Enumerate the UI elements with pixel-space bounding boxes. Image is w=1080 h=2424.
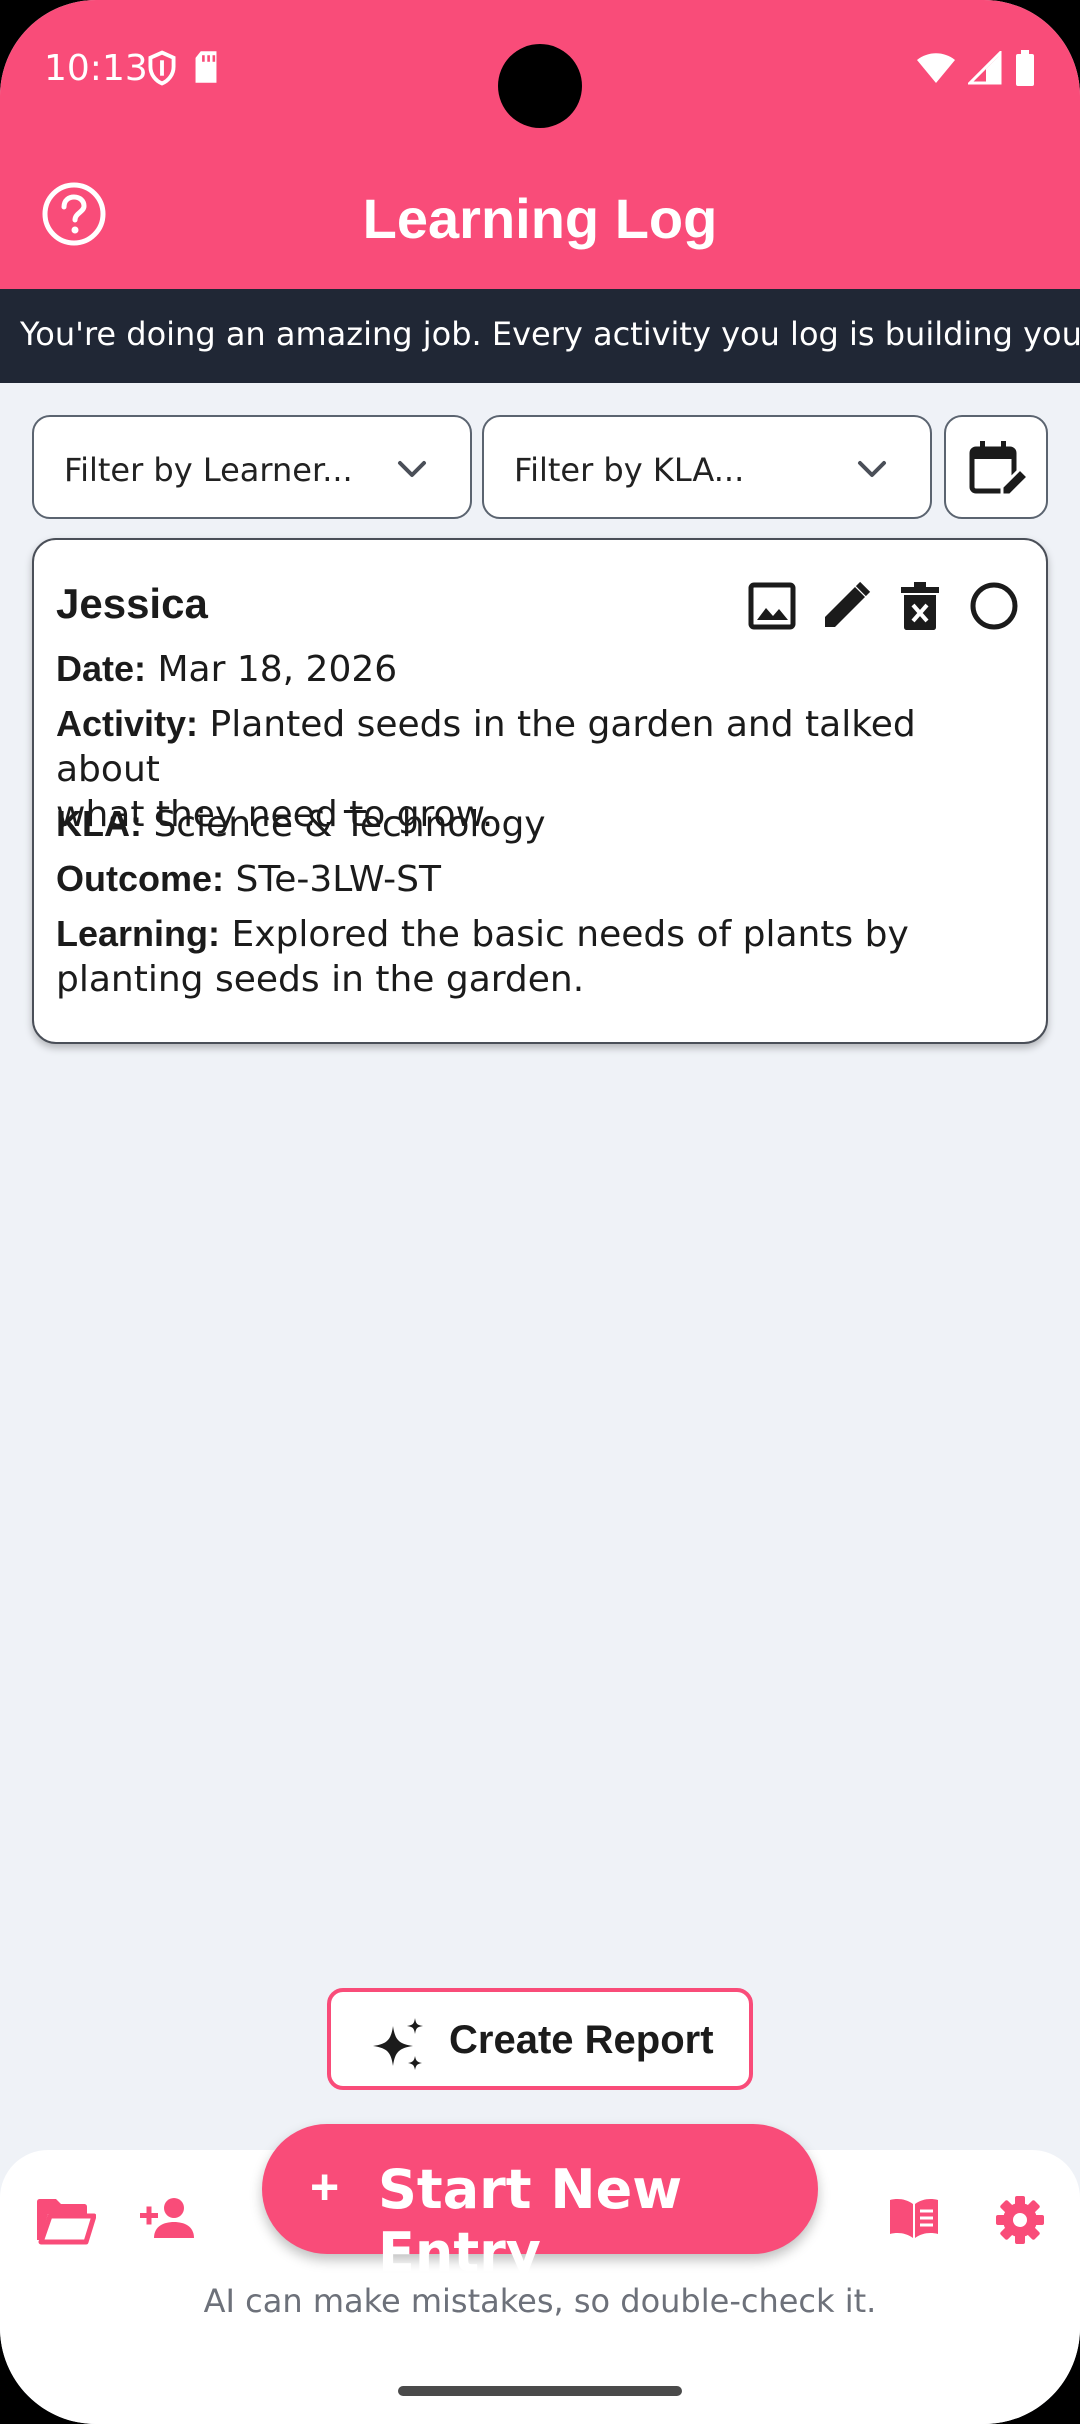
learning-label: Learning: (56, 913, 221, 954)
entry-actions (746, 580, 1020, 632)
select-entry-checkbox[interactable] (968, 580, 1020, 632)
kla-filter-dropdown[interactable]: Filter by KLA... (482, 415, 932, 519)
open-folder-button[interactable] (34, 2196, 97, 2251)
sd-card-icon (195, 51, 217, 83)
date-filter-button[interactable] (944, 415, 1048, 519)
guide-button[interactable] (888, 2196, 940, 2245)
status-time: 10:13 (44, 48, 148, 89)
kla-value: Science & Technology (153, 804, 546, 845)
learner-filter-dropdown[interactable]: Filter by Learner... (32, 415, 472, 519)
calendar-edit-icon (969, 441, 1028, 497)
start-new-entry-button[interactable]: + Start New Entry (262, 2124, 818, 2284)
trash-icon (901, 582, 939, 630)
learning-value-cont: planting seeds in the garden. (56, 959, 585, 1000)
start-new-entry-label: Start New Entry (378, 2158, 683, 2284)
learning-value: Explored the basic needs of plants by (231, 914, 909, 955)
date-value: Mar 18, 2026 (157, 649, 398, 690)
entry-learner-name: Jessica (56, 580, 208, 627)
circle-icon (970, 582, 1018, 630)
person-add-icon (140, 2198, 194, 2238)
app-header: 10:13 Learning Log (0, 0, 1080, 289)
create-report-button[interactable]: Create Report (327, 1988, 753, 2090)
kla-label: KLA: (56, 803, 142, 844)
add-learner-button[interactable] (140, 2196, 196, 2245)
outcome-value: STe-3LW-ST (235, 859, 441, 900)
signal-icon (968, 51, 1002, 85)
plus-icon: + (310, 2159, 340, 2215)
entry-kla: KLA: Science & Technology (56, 801, 1016, 847)
sparkle-icon (373, 2018, 423, 2070)
status-icons-right (916, 50, 1036, 86)
wifi-icon (917, 53, 955, 83)
ticker-text: You're doing an amazing job. Every activ… (20, 315, 1080, 353)
battery-icon (1016, 50, 1034, 86)
entry-card[interactable]: Jessica Date: Mar 18, 2026 Activity: Pla… (32, 538, 1048, 1044)
entry-learning: Learning: Explored the basic needs of pl… (56, 911, 1016, 1002)
edit-entry-button[interactable] (820, 580, 872, 632)
ai-disclaimer: AI can make mistakes, so double-check it… (203, 2282, 877, 2320)
learner-filter-label: Filter by Learner... (64, 451, 353, 489)
app-screen: 10:13 Learning Log You're doing an amazi… (0, 0, 1080, 2424)
entry-outcome: Outcome: STe-3LW-ST (56, 856, 1016, 902)
encouragement-ticker: You're doing an amazing job. Every activ… (0, 289, 1080, 383)
shield-icon (148, 50, 176, 86)
outcome-label: Outcome: (56, 858, 225, 899)
delete-entry-button[interactable] (894, 580, 946, 632)
folder-open-icon (37, 2199, 97, 2245)
home-indicator[interactable] (398, 2386, 682, 2396)
book-open-icon (890, 2199, 938, 2238)
kla-filter-label: Filter by KLA... (514, 451, 745, 489)
page-title: Learning Log (362, 187, 718, 250)
activity-label: Activity: (56, 703, 199, 744)
date-label: Date: (56, 648, 147, 689)
chevron-down-icon (858, 461, 886, 477)
view-image-button[interactable] (746, 580, 798, 632)
pencil-icon (825, 581, 871, 627)
image-icon (748, 582, 796, 630)
status-icons-left (146, 50, 220, 86)
entry-date: Date: Mar 18, 2026 (56, 646, 1016, 692)
create-report-label: Create Report (449, 2018, 714, 2062)
gear-icon (996, 2196, 1044, 2244)
settings-button[interactable] (996, 2196, 1044, 2249)
chevron-down-icon (398, 461, 426, 477)
camera-cutout (498, 44, 582, 128)
